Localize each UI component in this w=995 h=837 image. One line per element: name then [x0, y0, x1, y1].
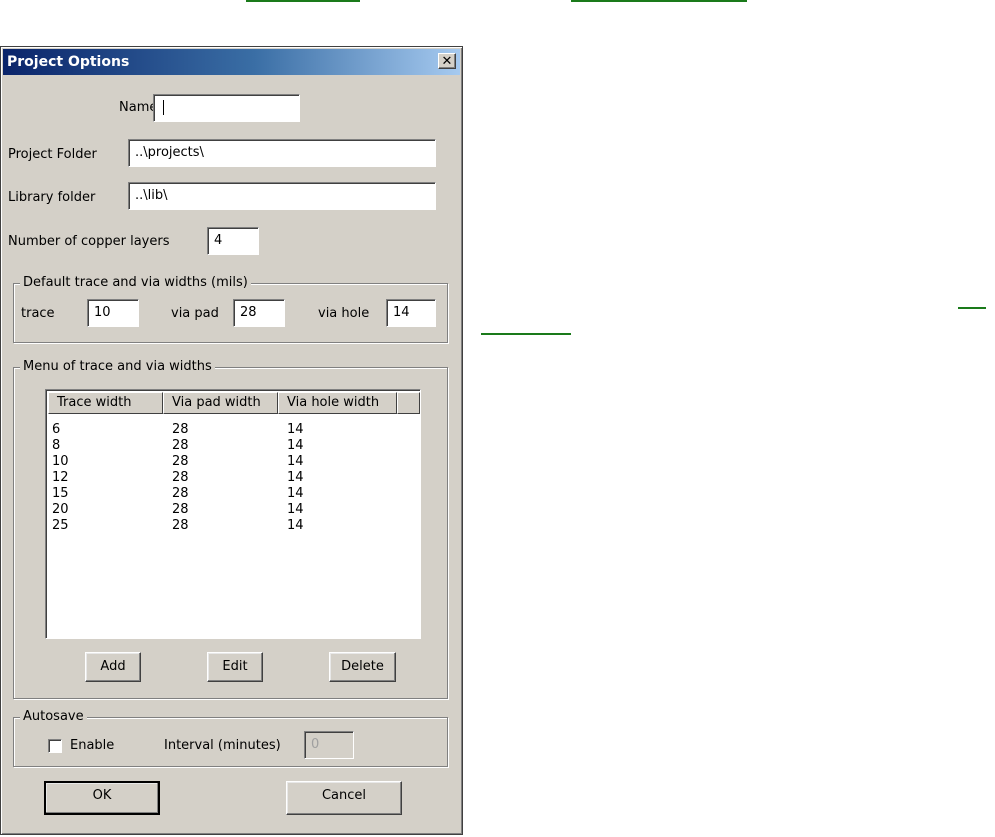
page-link-underline-2: [571, 0, 747, 2]
ok-button[interactable]: OK: [44, 781, 160, 815]
column-filler: [397, 392, 420, 414]
via-hole-label: via hole: [318, 306, 370, 321]
list-header: Trace width Via pad width Via hole width: [48, 392, 420, 414]
via-pad-label: via pad: [171, 306, 219, 321]
menu-widths-title: Menu of trace and via widths: [20, 358, 215, 376]
add-button[interactable]: Add: [85, 652, 141, 682]
table-cell: 28: [172, 518, 189, 533]
table-cell: 14: [287, 422, 304, 437]
edit-button[interactable]: Edit: [207, 652, 263, 682]
project-options-dialog: Project Options ✕ Name Project Folder ..…: [0, 46, 463, 835]
table-cell: 28: [172, 470, 189, 485]
name-label: Name: [119, 100, 158, 115]
table-cell: 28: [172, 502, 189, 517]
via-hole-input[interactable]: 14: [386, 299, 436, 327]
page-link-underline-4: [481, 333, 571, 335]
table-row[interactable]: 8 28 14: [52, 438, 412, 454]
table-row[interactable]: 6 28 14: [52, 422, 412, 438]
default-widths-title: Default trace and via widths (mils): [20, 274, 251, 292]
table-cell: 15: [52, 486, 69, 501]
close-icon: ✕: [441, 54, 453, 69]
table-cell: 25: [52, 518, 69, 533]
trace-width-input[interactable]: 10: [87, 299, 139, 327]
table-cell: 28: [172, 438, 189, 453]
column-via-pad-width[interactable]: Via pad width: [163, 392, 278, 414]
table-cell: 14: [287, 470, 304, 485]
copper-layers-label: Number of copper layers: [8, 234, 170, 249]
delete-button[interactable]: Delete: [329, 652, 396, 682]
cancel-button[interactable]: Cancel: [286, 781, 402, 815]
table-cell: 28: [172, 454, 189, 469]
project-folder-label: Project Folder: [8, 147, 97, 162]
enable-autosave-checkbox[interactable]: [48, 739, 62, 753]
table-cell: 28: [172, 486, 189, 501]
library-folder-label: Library folder: [8, 190, 96, 205]
column-trace-width[interactable]: Trace width: [48, 392, 163, 414]
dialog-title: Project Options: [7, 54, 130, 70]
table-row[interactable]: 10 28 14: [52, 454, 412, 470]
table-row[interactable]: 15 28 14: [52, 486, 412, 502]
default-widths-group: Default trace and via widths (mils): [13, 274, 448, 343]
table-cell: 12: [52, 470, 69, 485]
project-folder-input[interactable]: ..\projects\: [128, 139, 436, 167]
table-cell: 10: [52, 454, 69, 469]
autosave-title: Autosave: [20, 708, 87, 726]
table-cell: 14: [287, 502, 304, 517]
table-cell: 20: [52, 502, 69, 517]
table-row[interactable]: 20 28 14: [52, 502, 412, 518]
table-cell: 8: [52, 438, 61, 453]
page-link-underline-3: [958, 307, 986, 309]
via-pad-input[interactable]: 28: [233, 299, 285, 327]
name-input[interactable]: [153, 94, 300, 122]
table-cell: 28: [172, 422, 189, 437]
text-cursor: [163, 100, 164, 115]
table-row[interactable]: 25 28 14: [52, 518, 412, 534]
close-button[interactable]: ✕: [438, 53, 456, 69]
table-row[interactable]: 12 28 14: [52, 470, 412, 486]
table-cell: 14: [287, 438, 304, 453]
column-via-hole-width[interactable]: Via hole width: [278, 392, 397, 414]
page-link-underline-1: [246, 0, 360, 2]
interval-label: Interval (minutes): [164, 738, 281, 753]
table-cell: 14: [287, 486, 304, 501]
trace-label: trace: [21, 306, 55, 321]
copper-layers-input[interactable]: 4: [207, 227, 259, 255]
table-cell: 6: [52, 422, 61, 437]
table-cell: 14: [287, 454, 304, 469]
table-cell: 14: [287, 518, 304, 533]
interval-input[interactable]: 0: [304, 731, 354, 759]
library-folder-input[interactable]: ..\lib\: [128, 182, 436, 210]
enable-label: Enable: [70, 738, 115, 753]
widths-list[interactable]: Trace width Via pad width Via hole width…: [45, 389, 421, 639]
dialog-titlebar[interactable]: Project Options ✕: [3, 49, 460, 75]
